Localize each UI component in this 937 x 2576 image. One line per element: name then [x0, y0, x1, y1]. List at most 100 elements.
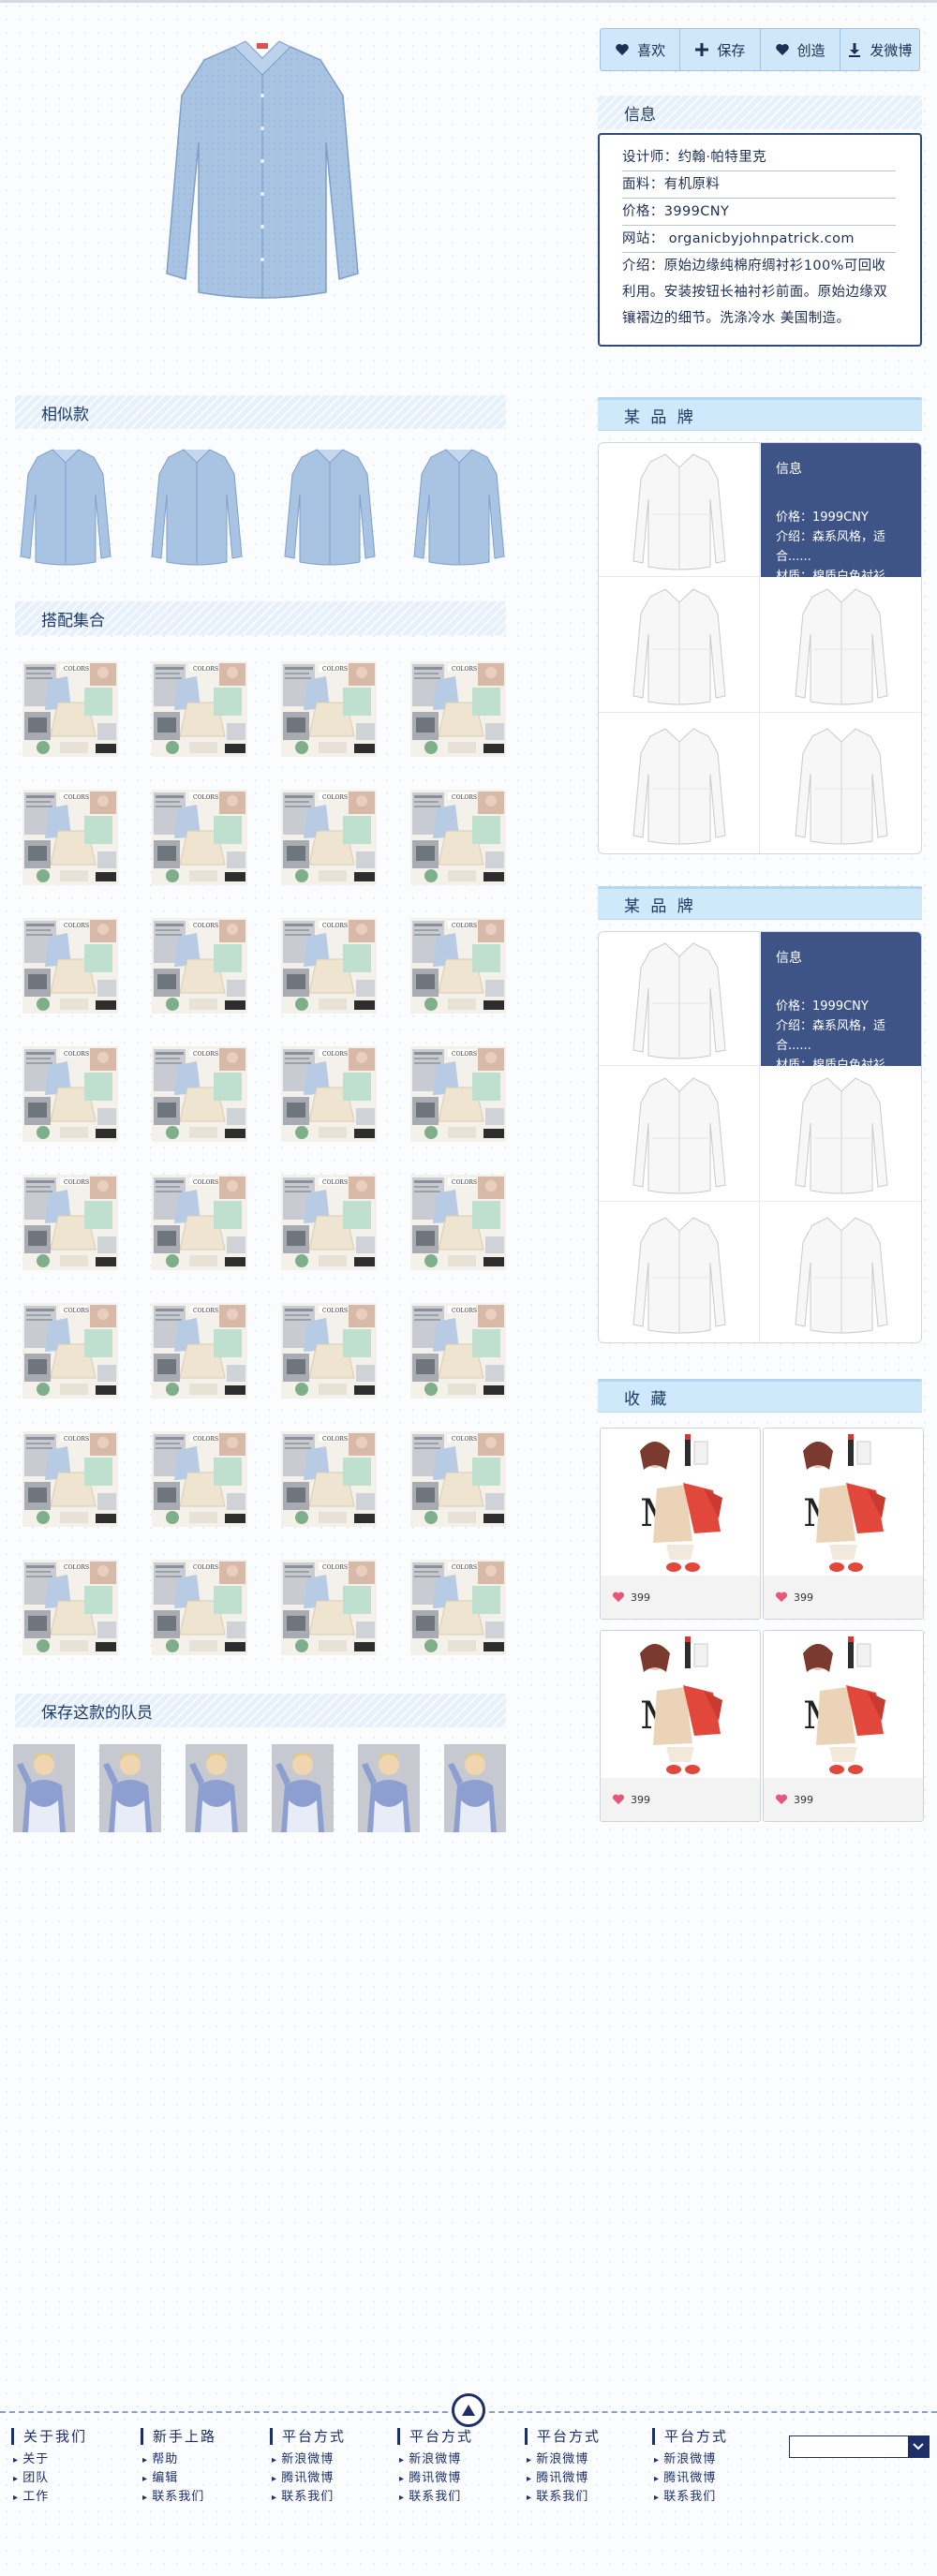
footer-link[interactable]: 腾讯微博	[652, 2469, 774, 2488]
outfit-item[interactable]: COLORS	[22, 1303, 118, 1399]
outfit-item[interactable]: COLORS	[281, 1046, 377, 1142]
outfit-item[interactable]: COLORS	[410, 1431, 506, 1527]
outfit-item[interactable]: COLORS	[152, 918, 247, 1014]
outfit-item[interactable]: COLORS	[22, 1046, 118, 1142]
brand-info-overlay[interactable]: 信息 价格：1999CNY 介绍：森系风格，适合...... 材质：棉质白色衬衫	[761, 932, 921, 1073]
outfit-item[interactable]: COLORS	[281, 918, 377, 1014]
footer-link[interactable]: 新浪微博	[652, 2450, 774, 2469]
favorite-card[interactable]: M399	[600, 1428, 761, 1620]
footer-link[interactable]: 联系我们	[652, 2488, 774, 2507]
brand-item[interactable]	[599, 932, 760, 1066]
team-member-avatar[interactable]	[13, 1744, 75, 1832]
brand-item[interactable]	[761, 1202, 921, 1342]
team-member-avatar[interactable]	[99, 1744, 161, 1832]
footer-link[interactable]: 联系我们	[397, 2488, 519, 2507]
brand-item[interactable]	[761, 577, 921, 713]
brand-panel: 信息 价格：1999CNY 介绍：森系风格，适合...... 材质：棉质白色衬衫	[598, 931, 922, 1343]
footer-link[interactable]: 关于	[11, 2450, 133, 2469]
footer-link[interactable]: 联系我们	[270, 2488, 392, 2507]
footer-link[interactable]: 腾讯微博	[397, 2469, 519, 2488]
outfit-item[interactable]: COLORS	[281, 1175, 377, 1270]
outfit-item[interactable]: COLORS	[281, 1560, 377, 1655]
brand-item[interactable]	[599, 1202, 760, 1342]
similar-item[interactable]	[19, 446, 112, 566]
outfit-item[interactable]: COLORS	[410, 1303, 506, 1399]
favorite-card[interactable]: M399	[763, 1630, 924, 1822]
outfit-item[interactable]: COLORS	[410, 1560, 506, 1655]
footer-select[interactable]	[789, 2435, 930, 2458]
footer-link[interactable]: 编辑	[141, 2469, 262, 2488]
weibo-share-button[interactable]: 发微博	[840, 29, 919, 70]
footer-link[interactable]: 工作	[11, 2488, 133, 2507]
outfit-item[interactable]: COLORS	[410, 1175, 506, 1270]
similar-item[interactable]	[150, 446, 244, 566]
back-to-top-button[interactable]	[452, 2393, 485, 2427]
brand-item[interactable]	[599, 713, 760, 853]
outfit-item[interactable]: COLORS	[281, 1431, 377, 1527]
similar-list	[19, 446, 506, 568]
similar-item[interactable]	[283, 446, 377, 566]
outfit-item[interactable]: COLORS	[152, 1431, 247, 1527]
footer-link[interactable]: 腾讯微博	[525, 2469, 647, 2488]
brand-item[interactable]	[761, 1066, 921, 1202]
heart-icon[interactable]	[612, 1794, 625, 1805]
overlay-intro: 介绍：森系风格，适合......	[776, 530, 886, 564]
footer-column: 关于我们关于团队工作	[11, 2428, 133, 2507]
brand-item[interactable]	[599, 577, 760, 713]
outfit-item[interactable]: COLORS	[410, 1046, 506, 1142]
outfit-item[interactable]: COLORS	[152, 661, 247, 757]
heart-icon[interactable]	[612, 1591, 625, 1603]
brand-item[interactable]	[599, 443, 760, 577]
favorite-card[interactable]: M399	[763, 1428, 924, 1620]
outfit-item[interactable]: COLORS	[410, 661, 506, 757]
website-link[interactable]: 网站： organicbyjohnpatrick.com	[622, 226, 896, 253]
heart-icon[interactable]	[775, 1794, 788, 1805]
outfit-item[interactable]: COLORS	[281, 790, 377, 885]
outfit-item[interactable]: COLORS	[22, 790, 118, 885]
outfit-item[interactable]: COLORS	[410, 918, 506, 1014]
create-label: 创造	[796, 41, 825, 59]
footer-link[interactable]: 团队	[11, 2469, 133, 2488]
outfit-item[interactable]: COLORS	[410, 790, 506, 885]
footer-link[interactable]: 联系我们	[525, 2488, 647, 2507]
outfits-header: 搭配集合	[15, 601, 506, 635]
favorite-card[interactable]: M399	[600, 1630, 761, 1822]
team-member-avatar[interactable]	[444, 1744, 506, 1832]
outfit-item[interactable]: COLORS	[22, 1560, 118, 1655]
product-image[interactable]	[159, 39, 365, 302]
footer-link[interactable]: 腾讯微博	[270, 2469, 392, 2488]
team-member-avatar[interactable]	[272, 1744, 334, 1832]
outfit-item[interactable]: COLORS	[152, 1303, 247, 1399]
footer-link[interactable]: 新浪微博	[397, 2450, 519, 2469]
similar-item[interactable]	[412, 446, 506, 566]
overlay-price: 价格：1999CNY	[776, 999, 869, 1014]
team-member-avatar[interactable]	[358, 1744, 420, 1832]
brand-item[interactable]	[599, 1066, 760, 1202]
team-member-avatar[interactable]	[186, 1744, 247, 1832]
weibo-share-label: 发微博	[870, 41, 913, 59]
svg-text:COLORS: COLORS	[452, 1051, 477, 1058]
brand-item[interactable]	[761, 713, 921, 853]
footer-link[interactable]: 联系我们	[141, 2488, 262, 2507]
like-button[interactable]: 喜欢	[601, 29, 681, 70]
outfit-item[interactable]: COLORS	[152, 1560, 247, 1655]
create-button[interactable]: 创造	[761, 29, 840, 70]
outfit-item[interactable]: COLORS	[22, 661, 118, 757]
heart-icon[interactable]	[775, 1591, 788, 1603]
brand-info-overlay[interactable]: 信息 价格：1999CNY 介绍：森系风格，适合...... 材质：棉质白色衬衫	[761, 443, 921, 584]
outfit-item[interactable]: COLORS	[152, 790, 247, 885]
outfit-item[interactable]: COLORS	[152, 1046, 247, 1142]
outfit-item[interactable]: COLORS	[22, 918, 118, 1014]
svg-text:COLORS: COLORS	[193, 794, 218, 801]
footer-link[interactable]: 新浪微博	[270, 2450, 392, 2469]
footer-link[interactable]: 帮助	[141, 2450, 262, 2469]
outfit-item[interactable]: COLORS	[152, 1175, 247, 1270]
footer-link[interactable]: 新浪微博	[525, 2450, 647, 2469]
svg-text:COLORS: COLORS	[452, 1564, 477, 1571]
outfit-item[interactable]: COLORS	[281, 1303, 377, 1399]
footer-column-title: 平台方式	[397, 2428, 519, 2445]
outfit-item[interactable]: COLORS	[22, 1431, 118, 1527]
save-button[interactable]: 保存	[680, 29, 761, 70]
outfit-item[interactable]: COLORS	[22, 1175, 118, 1270]
outfit-item[interactable]: COLORS	[281, 661, 377, 757]
